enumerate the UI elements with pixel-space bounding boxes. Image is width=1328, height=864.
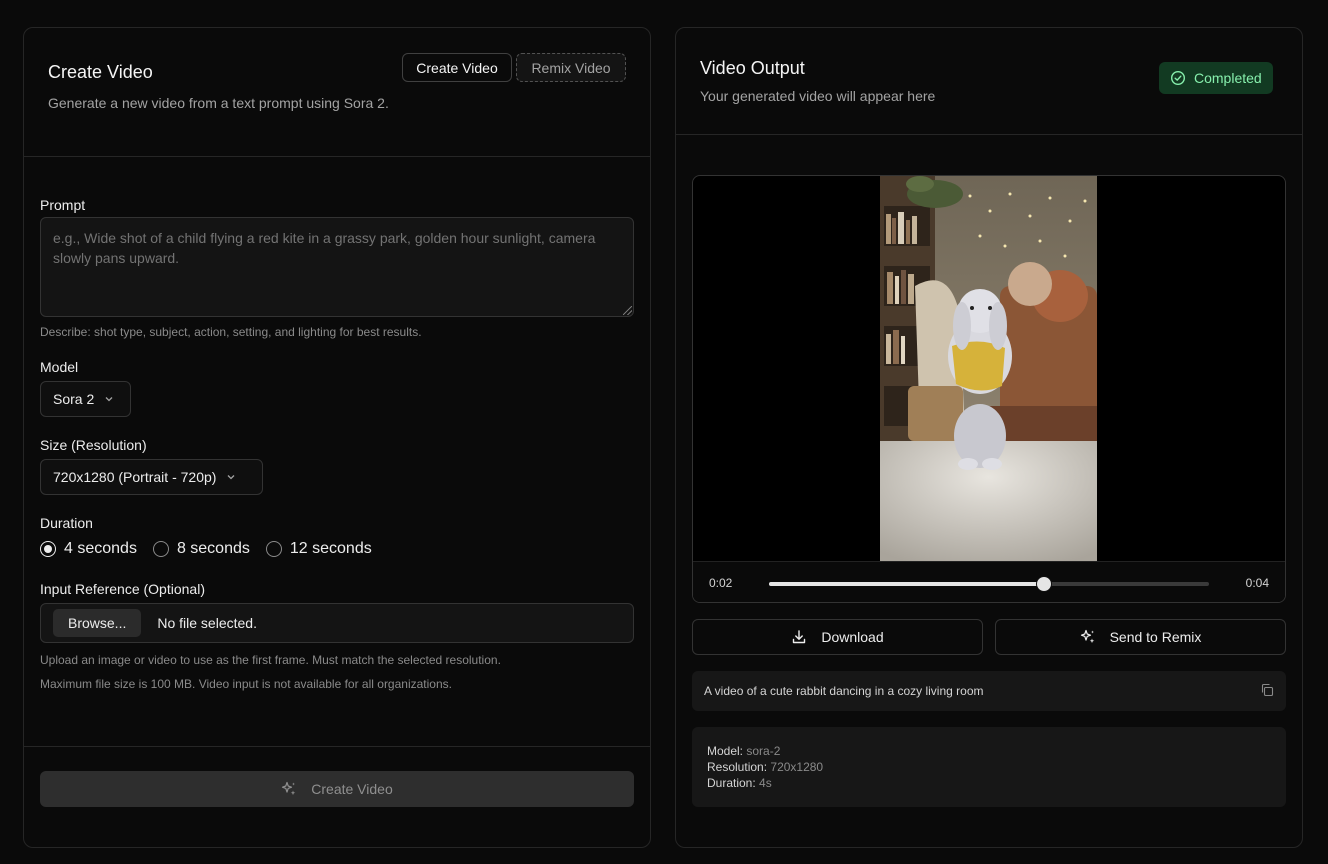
generated-prompt-box: A video of a cute rabbit dancing in a co… [692, 671, 1286, 711]
radio-unchecked-icon[interactable] [265, 541, 282, 557]
model-label: Model [40, 359, 79, 375]
duration-option-4s[interactable]: 4 seconds [40, 540, 137, 558]
download-button-label: Download [821, 629, 884, 645]
radio-unchecked-icon[interactable] [152, 541, 169, 557]
input-reference-hint-2: Maximum file size is 100 MB. Video input… [40, 677, 452, 691]
file-status: No file selected. [157, 615, 257, 631]
sparkles-icon [282, 781, 296, 796]
output-header-divider [676, 134, 1302, 135]
duration-option-label: 4 seconds [64, 540, 137, 557]
meta-duration-row: Duration: 4s [707, 775, 1271, 791]
model-selected-value: Sora 2 [53, 391, 95, 407]
prompt-hint: Describe: shot type, subject, action, se… [40, 325, 422, 339]
generated-prompt-text: A video of a cute rabbit dancing in a co… [704, 684, 984, 698]
video-thumbnail-image [880, 176, 1097, 561]
video-controls: 0:02 0:04 [693, 561, 1285, 602]
input-reference-label: Input Reference (Optional) [40, 581, 205, 597]
prompt-input[interactable] [40, 217, 634, 317]
tab-create-video[interactable]: Create Video [402, 53, 512, 82]
output-title: Video Output [700, 58, 805, 78]
video-player[interactable]: 0:02 0:04 [692, 175, 1286, 603]
header-divider [24, 156, 650, 157]
tab-remix-video[interactable]: Remix Video [516, 53, 626, 82]
download-icon [793, 630, 806, 644]
size-label: Size (Resolution) [40, 437, 147, 453]
size-selected-value: 720x1280 (Portrait - 720p) [53, 469, 217, 485]
duration-radio-group: 4 seconds 8 seconds 12 seconds [40, 540, 372, 558]
output-description: Your generated video will appear here [700, 88, 936, 104]
status-badge-label: Completed [1194, 70, 1262, 86]
send-to-remix-label: Send to Remix [1109, 629, 1202, 645]
create-video-button[interactable]: Create Video [40, 771, 634, 807]
prompt-label: Prompt [40, 197, 86, 213]
model-select[interactable]: Sora 2 [40, 381, 131, 417]
current-time: 0:02 [709, 576, 733, 590]
download-button[interactable]: Download [692, 619, 983, 655]
check-circle-icon [1170, 70, 1186, 86]
status-badge: Completed [1159, 62, 1273, 94]
file-input[interactable]: Browse... No file selected. [40, 603, 634, 643]
video-metadata: Model: sora-2 Resolution: 720x1280 Durat… [692, 727, 1286, 807]
panel-title: Create Video [48, 62, 153, 82]
browse-button[interactable]: Browse... [53, 609, 142, 637]
footer-divider [24, 746, 650, 747]
create-video-panel: Create Video Generate a new video from a… [23, 27, 651, 848]
duration-option-label: 8 seconds [176, 540, 250, 557]
create-video-button-label: Create Video [311, 781, 393, 797]
resize-handle-icon[interactable] [623, 306, 632, 315]
panel-description: Generate a new video from a text prompt … [48, 95, 389, 111]
video-frame[interactable] [880, 176, 1097, 561]
duration-option-12s[interactable]: 12 seconds [265, 540, 372, 558]
meta-resolution-value: 720x1280 [770, 760, 824, 774]
meta-model-row: Model: sora-2 [707, 743, 1271, 759]
size-select[interactable]: 720x1280 (Portrait - 720p) [40, 459, 263, 495]
radio-checked-icon[interactable] [40, 541, 56, 557]
chevron-down-icon [227, 475, 235, 480]
input-reference-hint-1: Upload an image or video to use as the f… [40, 653, 501, 667]
copy-icon[interactable] [1260, 683, 1274, 697]
seek-bar[interactable] [769, 576, 1209, 592]
chevron-down-icon [105, 397, 113, 402]
meta-resolution-key: Resolution: [707, 760, 768, 774]
meta-duration-value: 4s [759, 776, 772, 790]
sparkles-icon [1080, 629, 1094, 644]
duration-option-label: 12 seconds [289, 540, 372, 557]
meta-resolution-row: Resolution: 720x1280 [707, 759, 1271, 775]
meta-model-value: sora-2 [746, 744, 781, 758]
seek-thumb[interactable] [1036, 576, 1052, 592]
send-to-remix-button[interactable]: Send to Remix [995, 619, 1286, 655]
total-duration: 0:04 [1245, 576, 1269, 590]
video-output-panel: Video Output Your generated video will a… [675, 27, 1303, 848]
meta-model-key: Model: [707, 744, 744, 758]
duration-option-8s[interactable]: 8 seconds [152, 540, 250, 558]
prompt-textarea-wrapper [40, 217, 634, 317]
seek-bar-progress [769, 582, 1044, 586]
duration-label: Duration [40, 515, 93, 531]
meta-duration-key: Duration: [707, 776, 756, 790]
